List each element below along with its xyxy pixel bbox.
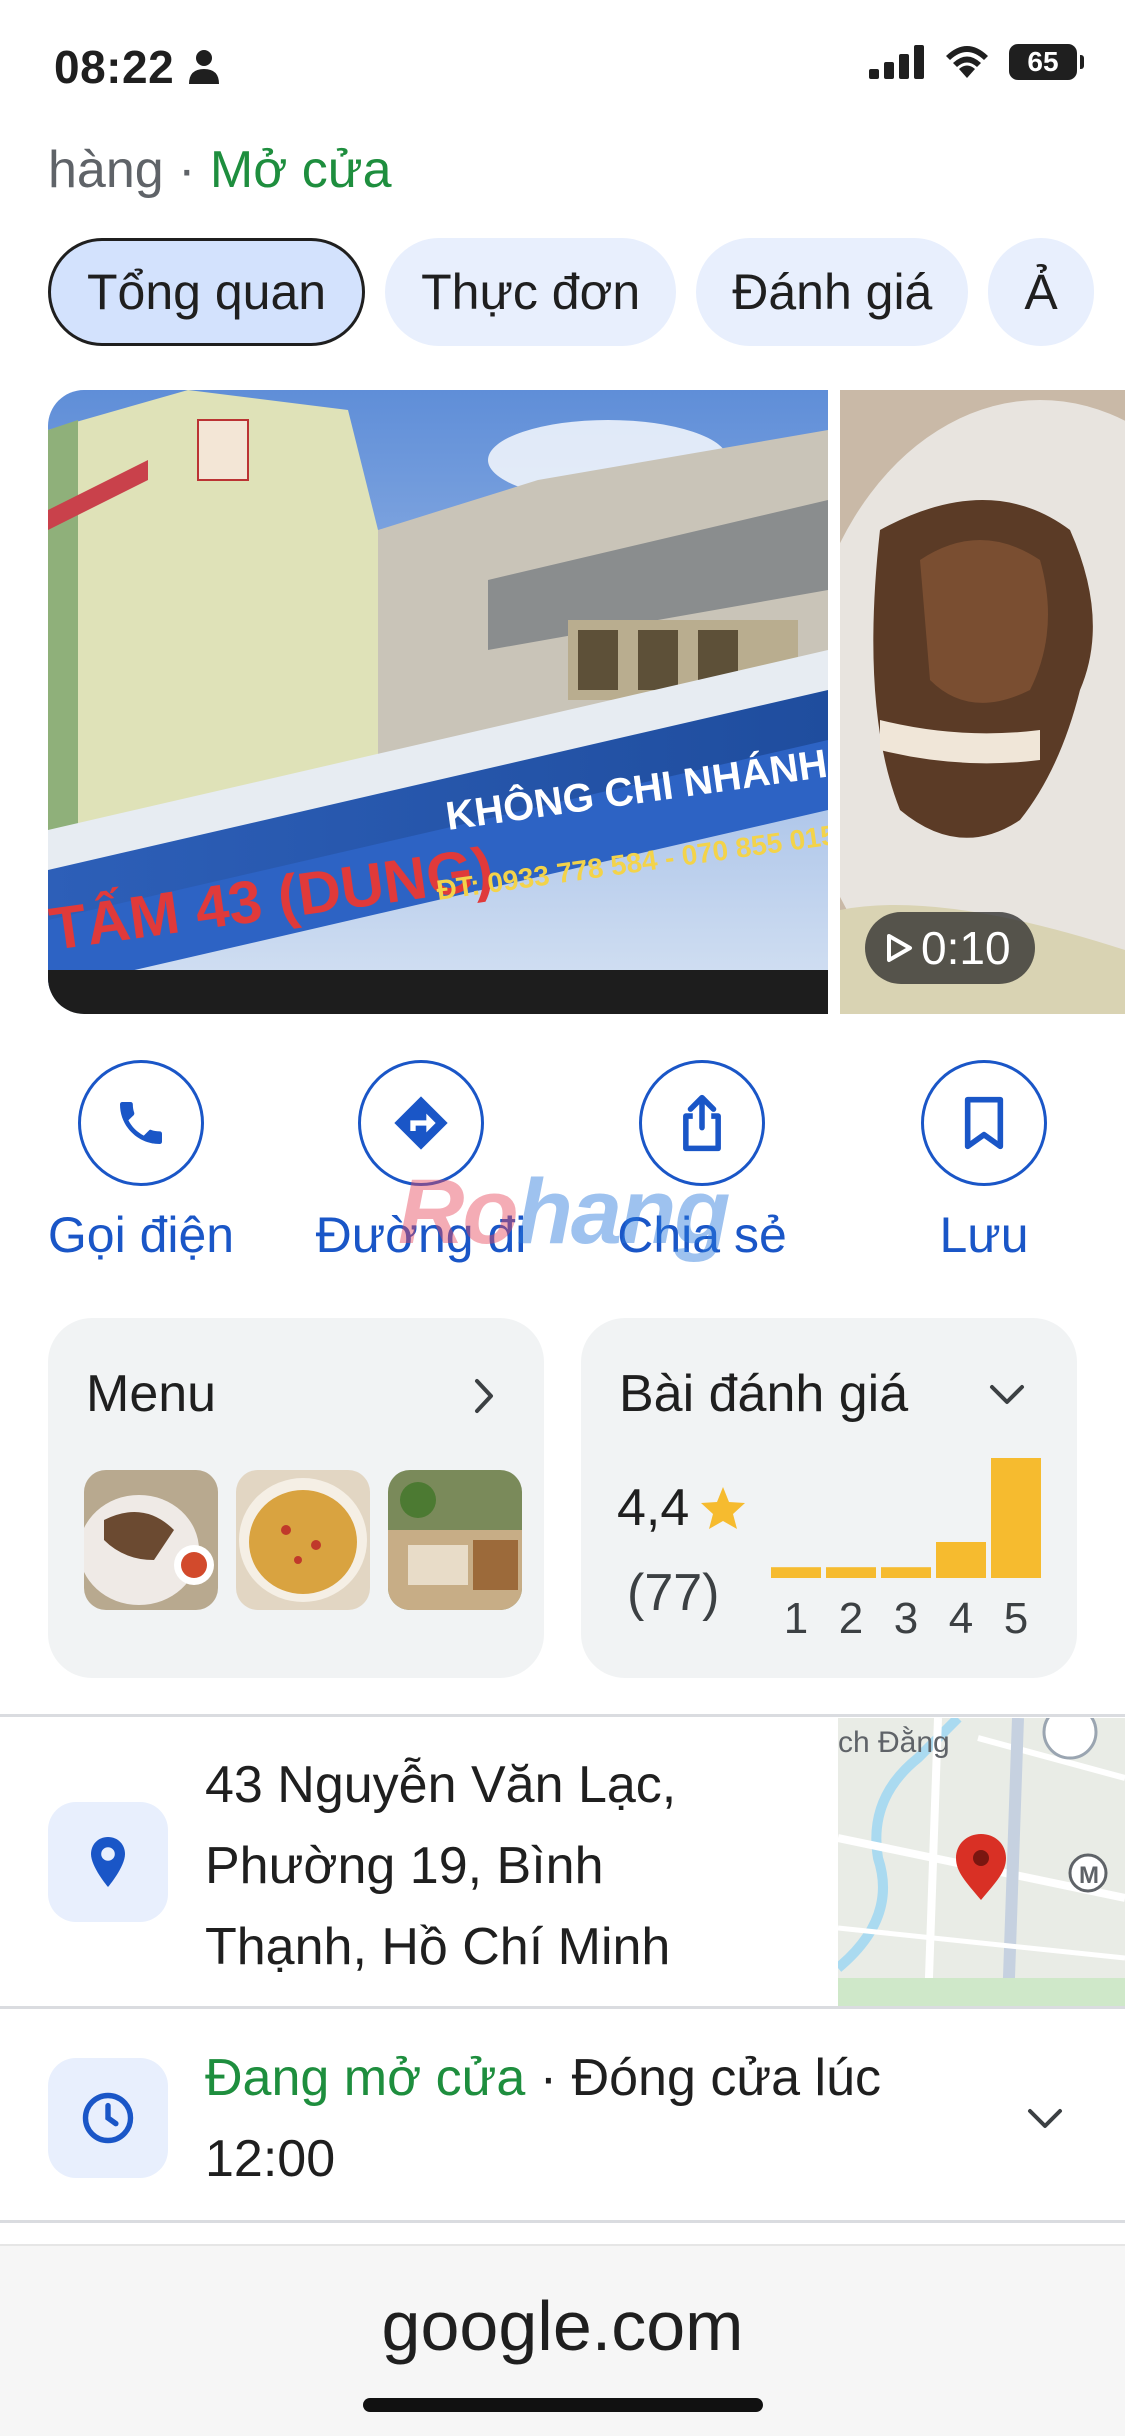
divider <box>0 2220 1125 2223</box>
address-line: Thạnh, Hồ Chí Minh <box>205 1918 671 1976</box>
clock-icon <box>82 2092 134 2144</box>
tab-bar: Tổng quan Thực đơn Đánh giá Ả <box>48 238 1094 346</box>
hours-close-text: Đóng cửa lúc <box>571 2049 881 2107</box>
clock-icon-tile <box>48 2058 168 2178</box>
wifi-icon <box>946 46 988 78</box>
share-icon <box>683 1094 721 1152</box>
location-icon-tile <box>48 1802 168 1922</box>
tab-label: Tổng quan <box>87 264 327 320</box>
star-icon <box>701 1487 746 1529</box>
tab-reviews[interactable]: Đánh giá <box>696 238 969 346</box>
bookmark-icon <box>964 1096 1004 1150</box>
battery-icon: 65 <box>1009 44 1084 80</box>
food-video[interactable]: 0:10 <box>840 390 1125 1014</box>
tab-menu[interactable]: Thực đơn <box>385 238 677 346</box>
rating-histogram: 12345 <box>771 1458 1041 1638</box>
histogram-label: 1 <box>784 1594 808 1638</box>
tab-photos[interactable]: Ả <box>988 238 1094 346</box>
menu-card-title: Menu <box>86 1365 217 1423</box>
call-button[interactable]: Gọi điện <box>21 1060 261 1264</box>
play-icon <box>887 934 912 962</box>
signal-icon <box>869 45 924 79</box>
menu-card[interactable]: Menu <box>48 1318 544 1678</box>
location-pin-icon <box>91 1837 125 1887</box>
histogram-label: 4 <box>949 1594 973 1638</box>
hours-close-time: 12:00 <box>205 2130 336 2188</box>
tab-label: Đánh giá <box>732 264 933 320</box>
address-line: 43 Nguyễn Văn Lạc, <box>205 1756 677 1814</box>
phone-icon <box>120 1102 162 1144</box>
open-status: Mở cửa <box>209 141 392 199</box>
battery-level: 65 <box>1027 46 1059 77</box>
map-thumbnail[interactable]: ch Đằng M <box>838 1718 1125 2006</box>
histogram-bar <box>991 1458 1041 1578</box>
home-indicator[interactable] <box>363 2398 763 2412</box>
chevron-down-icon <box>990 1385 1024 1404</box>
browser-url-bar[interactable]: google.com <box>0 2244 1125 2436</box>
place-subtitle: hàng · Mở cửa <box>48 140 391 200</box>
expand-hours-icon[interactable] <box>1026 2107 1064 2131</box>
address-text[interactable]: 43 Nguyễn Văn Lạc, Phường 19, Bình Thạnh… <box>205 1745 805 1988</box>
histogram-bar <box>771 1567 821 1578</box>
video-duration: 0:10 <box>921 922 1011 974</box>
clock-text: 08:22 <box>54 41 175 93</box>
watermark-part1: Ro <box>398 1161 519 1263</box>
menu-photo[interactable] <box>84 1470 218 1610</box>
call-label: Gọi điện <box>47 1207 235 1263</box>
histogram-bar <box>936 1542 986 1578</box>
rating-summary: 4,4 <box>617 1478 747 1538</box>
watermark-part2: hang <box>516 1161 731 1263</box>
menu-photo[interactable] <box>388 1470 522 1610</box>
directions-icon <box>394 1096 448 1150</box>
status-indicators: 65 <box>869 44 1084 80</box>
status-time: 08:22 <box>54 40 220 94</box>
menu-photo-image <box>388 1470 522 1610</box>
review-count: (77) <box>627 1564 720 1622</box>
address-line: Phường 19, Bình <box>205 1837 604 1895</box>
hours-status: Đang mở cửa <box>205 2049 526 2107</box>
reviews-card-title: Bài đánh giá <box>619 1365 909 1423</box>
histogram-label: 2 <box>839 1594 863 1638</box>
metro-icon: M <box>1079 1862 1099 1889</box>
divider <box>0 1714 1125 1717</box>
tab-label: Thực đơn <box>421 264 641 320</box>
histogram-label: 5 <box>1004 1594 1028 1638</box>
menu-photo-image <box>236 1470 370 1610</box>
histogram-label: 3 <box>894 1594 918 1638</box>
category-text: hàng · <box>48 141 210 199</box>
storefront-photo[interactable]: TẤM 43 (DUNG) KHÔNG CHI NHÁNH ĐT: 0933 7… <box>48 390 828 1014</box>
save-label: Lưu <box>939 1207 1029 1263</box>
menu-thumbnails <box>84 1470 522 1610</box>
chevron-right-icon <box>475 1379 493 1413</box>
map-street-label: ch Đằng <box>838 1726 950 1759</box>
reviews-card[interactable]: Bài đánh giá 4,4 (77) 12345 <box>581 1318 1077 1678</box>
url-text: google.com <box>381 2287 744 2365</box>
map-image: ch Đằng M <box>838 1718 1125 2006</box>
video-duration-badge: 0:10 <box>865 912 1035 984</box>
rating-value: 4,4 <box>617 1479 690 1537</box>
save-button[interactable]: Lưu <box>864 1060 1104 1264</box>
watermark-logo: Rohang <box>398 1160 731 1265</box>
person-icon <box>189 50 220 84</box>
call-button-circle <box>78 1060 204 1186</box>
save-button-circle <box>921 1060 1047 1186</box>
menu-photo-image <box>84 1470 218 1610</box>
tab-label: Ả <box>1024 264 1058 320</box>
status-bar: 08:22 65 <box>0 0 1125 140</box>
tab-overview[interactable]: Tổng quan <box>48 238 366 346</box>
histogram-bar <box>826 1567 876 1578</box>
storefront-image: TẤM 43 (DUNG) KHÔNG CHI NHÁNH ĐT: 0933 7… <box>48 390 828 1014</box>
hours-text[interactable]: Đang mở cửa · Đóng cửa lúc 12:00 <box>205 2038 1005 2200</box>
histogram-bar <box>881 1567 931 1578</box>
hours-separator: · <box>525 2049 572 2107</box>
divider <box>0 2006 1125 2009</box>
menu-photo[interactable] <box>236 1470 370 1610</box>
